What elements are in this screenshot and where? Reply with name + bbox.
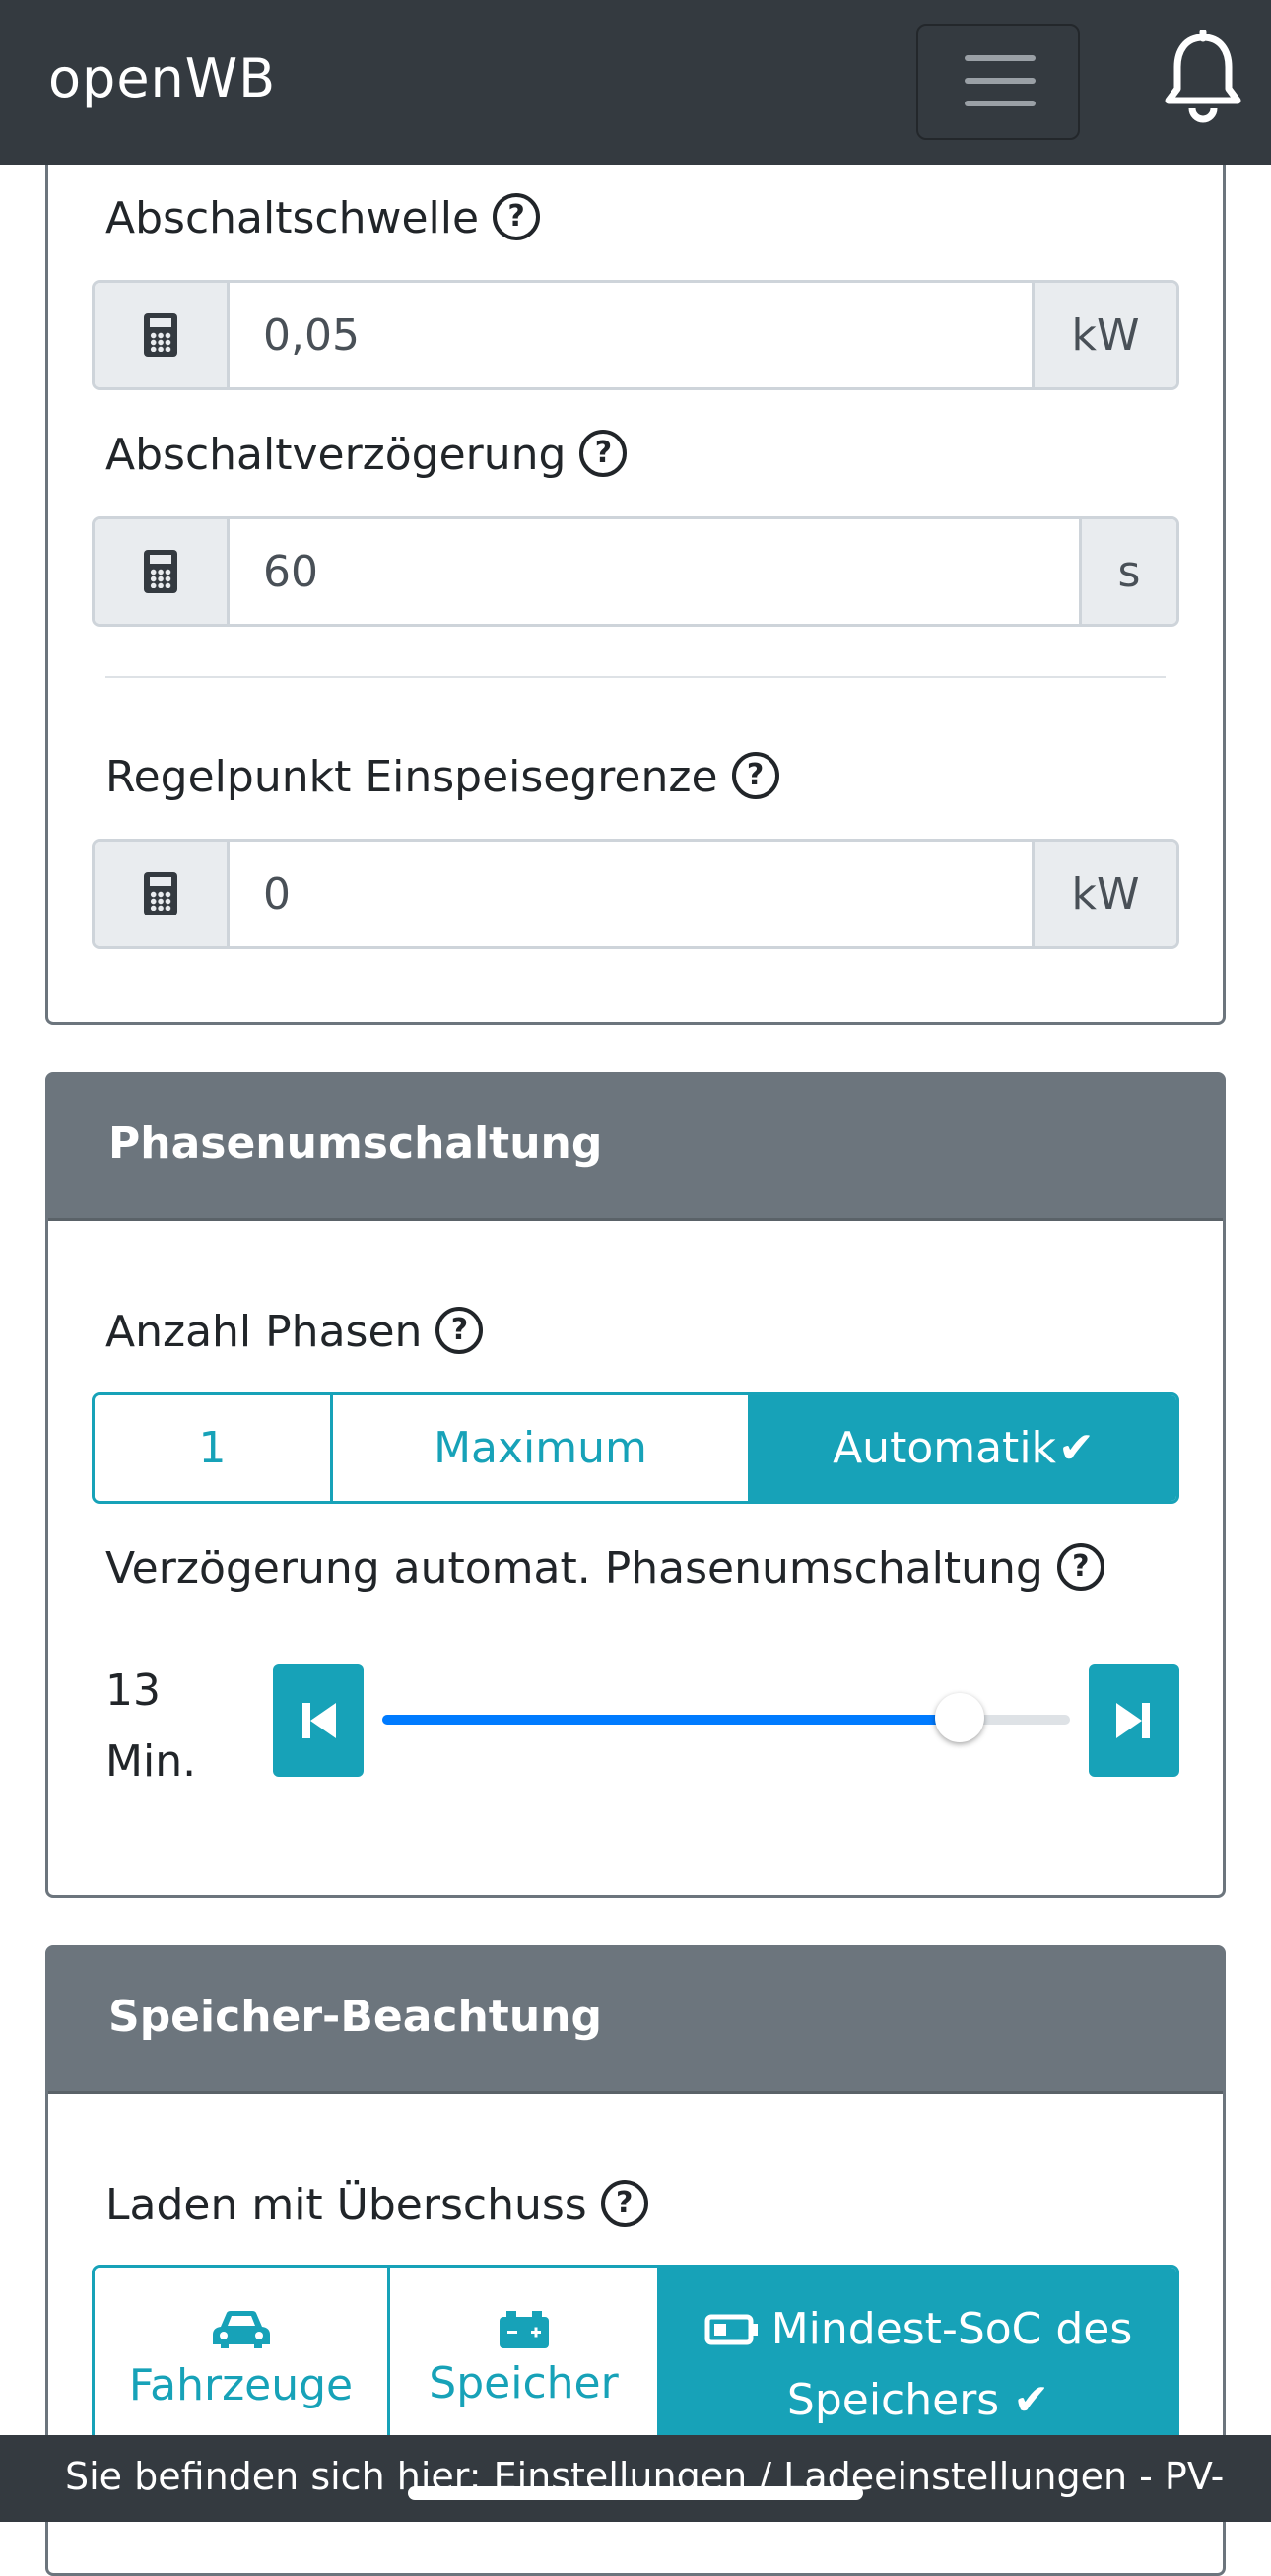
help-icon[interactable]: ?: [579, 430, 628, 477]
laden-mit-ueberschuss-label: Laden mit Überschuss?: [105, 2180, 648, 2231]
slider-min-button[interactable]: [273, 1664, 364, 1777]
divider: [105, 676, 1166, 678]
abschaltschwelle-input-group: kW: [92, 280, 1179, 390]
navbar: openWB: [0, 0, 1271, 165]
abschaltverzoegerung-label: Abschaltverzögerung?: [105, 430, 628, 481]
check-icon: ✔: [999, 2374, 1050, 2425]
phasen-option-automatik[interactable]: Automatik ✔: [751, 1395, 1176, 1501]
card-title: Phasenumschaltung: [108, 1119, 603, 1169]
brand-logo[interactable]: openWB: [48, 47, 276, 109]
hamburger-icon: [965, 55, 1036, 61]
skip-end-icon: [1116, 1703, 1150, 1738]
car-battery-icon: [499, 2310, 549, 2348]
help-icon[interactable]: ?: [731, 752, 779, 799]
car-icon: [212, 2310, 270, 2348]
card-header: Speicher-Beachtung: [48, 1948, 1223, 2094]
check-icon: ✔: [1058, 1422, 1095, 1473]
delay-slider[interactable]: [382, 1693, 1070, 1742]
calculator-icon: [95, 283, 230, 387]
abschaltschwelle-label: Abschaltschwelle?: [105, 193, 541, 244]
card-header: Phasenumschaltung: [48, 1075, 1223, 1221]
bell-icon[interactable]: [1164, 30, 1242, 128]
breadcrumb-footer: Sie befinden sich hier: Einstellungen / …: [0, 2435, 1271, 2522]
regelpunkt-input-group: kW: [92, 839, 1179, 949]
anzahl-phasen-label: Anzahl Phasen?: [105, 1307, 484, 1358]
mindest-soc-label: Mindest-SoC des: [770, 2303, 1133, 2354]
unit-label: s: [1079, 519, 1176, 624]
regelpunkt-label: Regelpunkt Einspeisegrenze?: [105, 752, 779, 803]
calculator-icon: [95, 519, 230, 624]
mindest-soc-label-line2: Speichers: [786, 2374, 1000, 2425]
option-speicher[interactable]: Speicher: [390, 2268, 660, 2462]
slider-fill: [382, 1715, 961, 1725]
skip-start-icon: [302, 1703, 336, 1738]
help-icon[interactable]: ?: [1056, 1543, 1104, 1591]
unit-label: kW: [1032, 842, 1176, 946]
unit-label: kW: [1032, 283, 1176, 387]
regelpunkt-input[interactable]: [230, 842, 1032, 946]
abschaltverzoegerung-input-group: s: [92, 516, 1179, 627]
abschaltverzoegerung-input[interactable]: [230, 519, 1079, 624]
verzoegerung-label: Verzögerung automat. Phasenumschaltung?: [105, 1543, 1104, 1594]
card-title: Speicher-Beachtung: [108, 1992, 602, 2042]
option-mindest-soc[interactable]: Mindest-SoC des Speichers ✔: [660, 2268, 1176, 2462]
help-icon[interactable]: ?: [435, 1307, 484, 1354]
menu-toggle-button[interactable]: [916, 24, 1080, 140]
battery-quarter-icon: [704, 2314, 758, 2344]
hamburger-icon-line: [965, 101, 1036, 106]
option-fahrzeuge[interactable]: Fahrzeuge: [95, 2268, 390, 2462]
phasen-option-maximum[interactable]: Maximum: [333, 1395, 751, 1501]
help-icon[interactable]: ?: [493, 193, 541, 240]
abschaltschwelle-input[interactable]: [230, 283, 1032, 387]
slider-max-button[interactable]: [1089, 1664, 1179, 1777]
slider-value: 13 Min.: [105, 1665, 197, 1787]
slider-thumb[interactable]: [935, 1693, 985, 1742]
home-indicator: [408, 2486, 863, 2500]
phasen-option-1[interactable]: 1: [95, 1395, 333, 1501]
phasen-button-group: 1 Maximum Automatik ✔: [92, 1392, 1179, 1504]
help-icon[interactable]: ?: [600, 2180, 648, 2227]
calculator-icon: [95, 842, 230, 946]
hamburger-icon-line: [965, 78, 1036, 84]
speicher-button-group: Fahrzeuge Speicher Mindest-SoC des Speic…: [92, 2265, 1179, 2462]
